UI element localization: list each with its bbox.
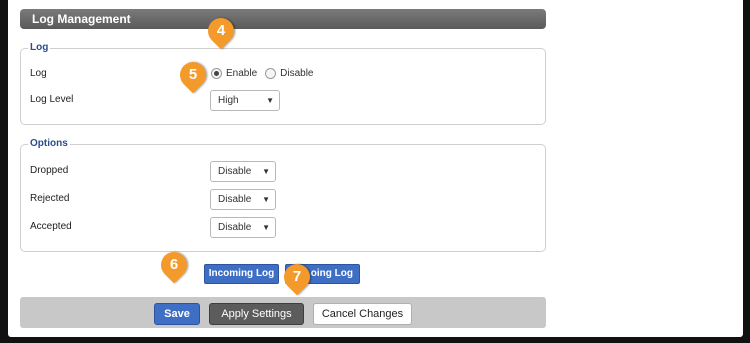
rejected-value: Disable <box>218 194 252 205</box>
page-title: Log Management <box>20 9 546 29</box>
dropped-value: Disable <box>218 166 252 177</box>
disable-radio-label[interactable]: Disable <box>280 68 313 79</box>
callout-marker-5: 5 <box>174 56 212 94</box>
callout-marker-6: 6 <box>155 246 193 284</box>
enable-radio[interactable] <box>211 68 222 79</box>
outgoing-log-label: oing Log <box>310 268 353 279</box>
chevron-down-icon: ▼ <box>262 223 270 232</box>
accepted-label: Accepted <box>30 221 72 232</box>
log-radio-group: Enable Disable <box>211 68 322 79</box>
options-group-legend: Options <box>28 138 70 149</box>
callout-marker-7: 7 <box>278 258 316 296</box>
accepted-select[interactable]: Disable ▼ <box>210 217 276 238</box>
enable-radio-label[interactable]: Enable <box>226 68 257 79</box>
apply-settings-button[interactable]: Apply Settings <box>209 303 304 325</box>
options-group: Options Dropped Disable ▼ Rejected Disab… <box>20 138 546 252</box>
dropped-select[interactable]: Disable ▼ <box>210 161 276 182</box>
save-button[interactable]: Save <box>154 303 200 325</box>
log-label: Log <box>30 68 47 79</box>
chevron-down-icon: ▼ <box>266 96 274 105</box>
log-group: Log Log Enable Disable Log Level High ▼ <box>20 42 546 125</box>
cancel-changes-button[interactable]: Cancel Changes <box>313 303 412 325</box>
log-group-legend: Log <box>28 42 51 53</box>
chevron-down-icon: ▼ <box>262 167 270 176</box>
log-level-value: High <box>218 95 239 106</box>
callout-marker-4: 4 <box>202 12 240 50</box>
rejected-select[interactable]: Disable ▼ <box>210 189 276 210</box>
chevron-down-icon: ▼ <box>262 195 270 204</box>
dropped-label: Dropped <box>30 165 69 176</box>
accepted-value: Disable <box>218 222 252 233</box>
rejected-label: Rejected <box>30 193 70 204</box>
log-level-label: Log Level <box>30 94 74 105</box>
log-level-select[interactable]: High ▼ <box>210 90 280 111</box>
disable-radio[interactable] <box>265 68 277 79</box>
incoming-log-button[interactable]: Incoming Log <box>204 264 279 284</box>
